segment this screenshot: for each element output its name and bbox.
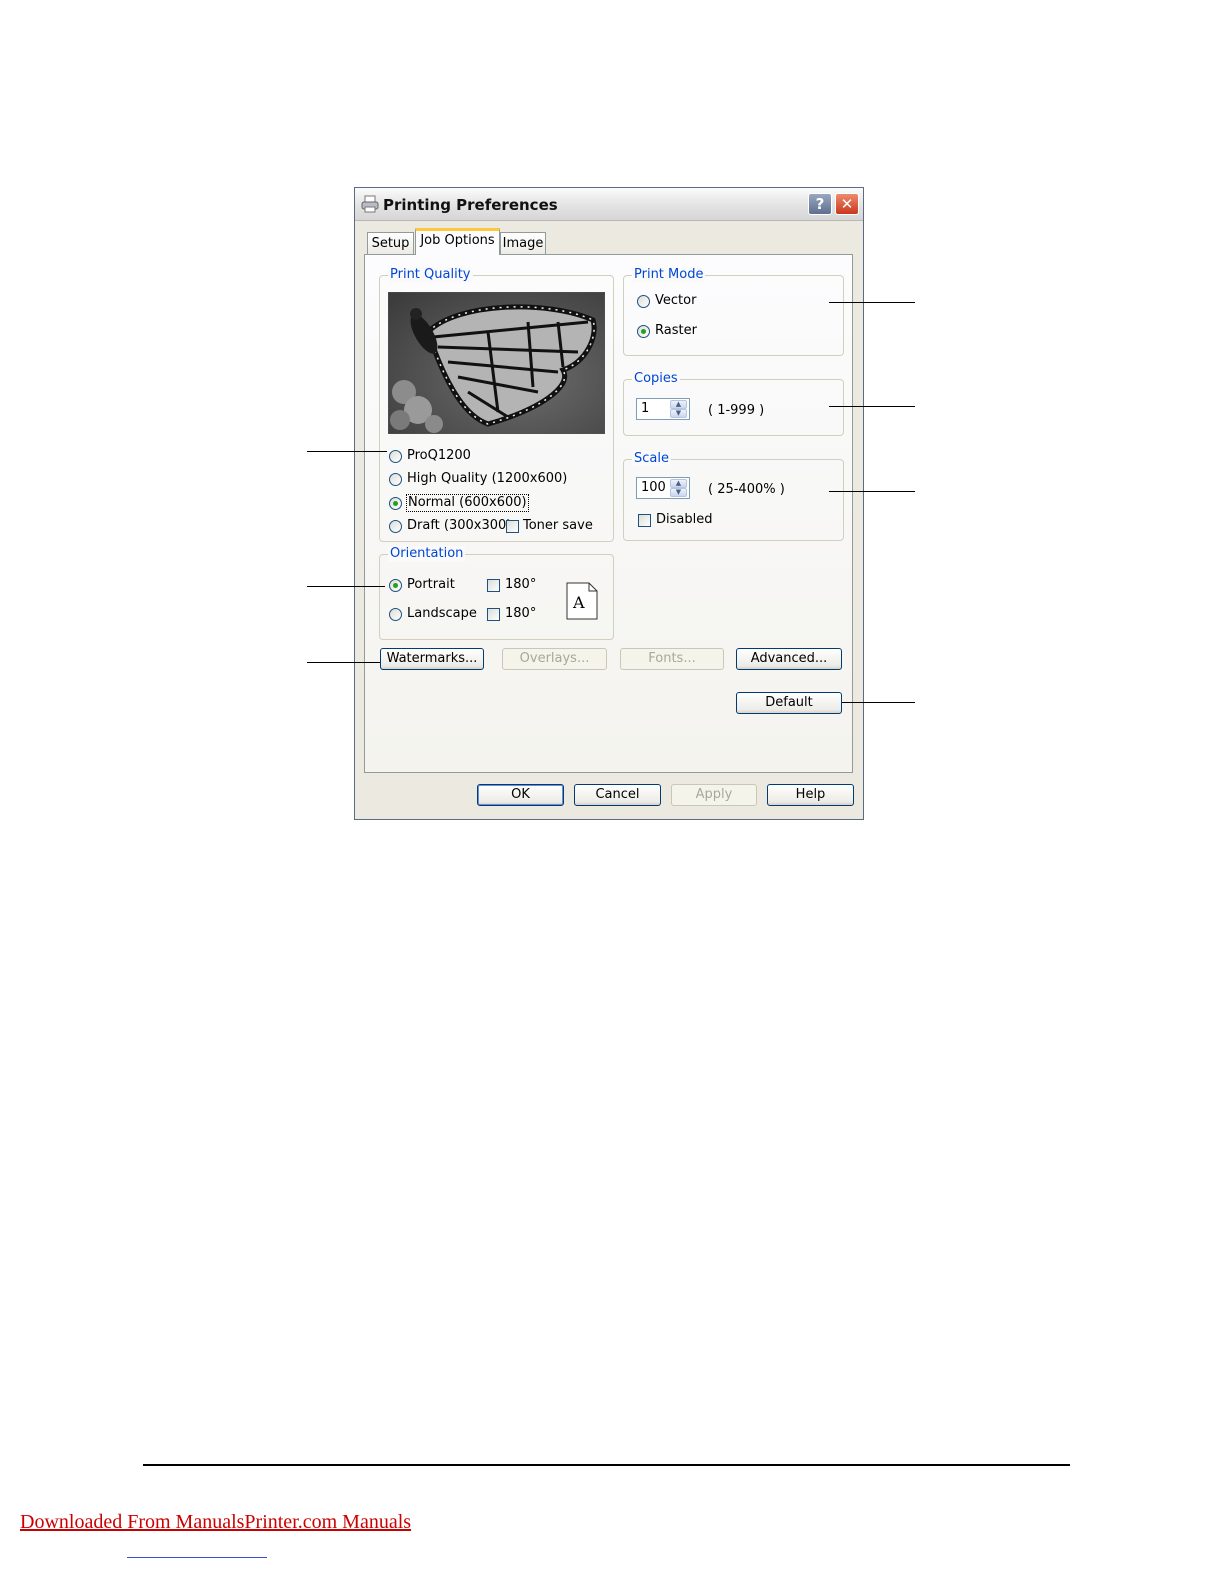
page-orientation-glyph: A — [573, 593, 585, 612]
orientation-landscape-radio[interactable] — [389, 608, 402, 621]
mode-vector-radio[interactable] — [637, 295, 650, 308]
fonts-button[interactable]: Fonts... — [620, 648, 724, 670]
scale-legend: Scale — [632, 451, 671, 467]
copies-up-arrow-icon[interactable]: ▲ — [670, 400, 687, 409]
toner-save-label[interactable]: Toner save — [523, 518, 593, 534]
callout-line-print-quality — [307, 451, 387, 452]
print-quality-legend: Print Quality — [388, 267, 473, 283]
scale-group: Scale 100 ▲ ▼ ( 25-400% ) Disabled — [623, 451, 844, 541]
default-button[interactable]: Default — [736, 692, 842, 714]
landscape-rotate-180-label[interactable]: 180° — [505, 606, 536, 622]
copies-value: 1 — [641, 401, 650, 416]
quality-draft-label[interactable]: Draft (300x300) — [407, 518, 511, 534]
printer-icon — [361, 195, 379, 213]
mode-vector-label[interactable]: Vector — [655, 293, 696, 309]
quality-normal-radio[interactable] — [389, 497, 402, 510]
tab-job-options[interactable]: Job Options — [415, 228, 500, 255]
scale-range: ( 25-400% ) — [708, 482, 785, 497]
scale-down-arrow-icon[interactable]: ▼ — [670, 488, 687, 497]
close-button[interactable]: ✕ — [835, 193, 859, 215]
scale-spin-input[interactable]: 100 ▲ ▼ — [636, 477, 690, 499]
callout-line-watermarks — [307, 662, 380, 663]
copies-group: Copies 1 ▲ ▼ ( 1-999 ) — [623, 371, 844, 436]
copies-spinner[interactable]: ▲ ▼ — [670, 400, 687, 418]
orientation-portrait-radio[interactable] — [389, 579, 402, 592]
scale-spinner[interactable]: ▲ ▼ — [670, 479, 687, 497]
quality-proq1200-radio[interactable] — [389, 450, 402, 463]
dialog-title: Printing Preferences — [383, 196, 558, 214]
watermarks-button-main[interactable]: Watermarks... — [380, 648, 484, 670]
orientation-portrait-label[interactable]: Portrait — [407, 577, 455, 593]
callout-line-print-mode — [829, 302, 915, 303]
help-button[interactable]: Help — [767, 784, 854, 806]
tab-image[interactable]: Image — [500, 232, 546, 254]
printing-preferences-dialog: Printing Preferences ? ✕ Setup Job Optio… — [354, 187, 864, 820]
ok-button[interactable]: OK — [477, 784, 564, 806]
print-mode-legend: Print Mode — [632, 267, 706, 283]
quality-high-label[interactable]: High Quality (1200x600) — [407, 471, 567, 487]
landscape-rotate-180-checkbox[interactable] — [487, 608, 500, 621]
scale-up-arrow-icon[interactable]: ▲ — [670, 479, 687, 488]
copies-legend: Copies — [632, 371, 680, 387]
mode-raster-label[interactable]: Raster — [655, 323, 697, 339]
callout-line-scale — [829, 491, 915, 492]
callout-line-copies — [829, 406, 915, 407]
footer-rule — [143, 1464, 1070, 1466]
orientation-landscape-label[interactable]: Landscape — [407, 606, 477, 622]
title-bar[interactable]: Printing Preferences ? ✕ — [355, 188, 863, 221]
copies-spin-input[interactable]: 1 ▲ ▼ — [636, 398, 690, 420]
mode-raster-radio[interactable] — [637, 325, 650, 338]
print-quality-group: Print Quality ProQ1200 High Quality (120… — [379, 267, 614, 542]
callout-line-orientation — [307, 586, 385, 587]
quality-high-radio[interactable] — [389, 473, 402, 486]
portrait-rotate-180-label[interactable]: 180° — [505, 577, 536, 593]
footer-underline — [127, 1557, 267, 1558]
advanced-button[interactable]: Advanced... — [736, 648, 842, 670]
overlays-button[interactable]: Overlays... — [502, 648, 607, 670]
quality-proq1200-label[interactable]: ProQ1200 — [407, 448, 471, 464]
quality-normal-label[interactable]: Normal (600x600) — [406, 494, 529, 512]
orientation-legend: Orientation — [388, 546, 466, 562]
orientation-group: Orientation Portrait 180° Landscape 180°… — [379, 546, 614, 640]
tab-setup[interactable]: Setup — [367, 232, 414, 254]
scale-value: 100 — [641, 480, 666, 495]
copies-range: ( 1-999 ) — [708, 403, 765, 418]
scale-disabled-checkbox[interactable] — [638, 514, 651, 527]
cancel-button[interactable]: Cancel — [574, 784, 661, 806]
callout-line-default — [842, 702, 915, 703]
footer-download-link[interactable]: Downloaded From ManualsPrinter.com Manua… — [20, 1511, 411, 1534]
butterfly-preview-image — [388, 292, 605, 434]
scale-disabled-label[interactable]: Disabled — [656, 512, 712, 528]
copies-down-arrow-icon[interactable]: ▼ — [670, 409, 687, 418]
print-mode-group: Print Mode Vector Raster — [623, 267, 844, 356]
portrait-rotate-180-checkbox[interactable] — [487, 579, 500, 592]
apply-button[interactable]: Apply — [671, 784, 757, 806]
title-help-button[interactable]: ? — [808, 193, 832, 215]
quality-draft-radio[interactable] — [389, 520, 402, 533]
toner-save-checkbox[interactable] — [506, 520, 519, 533]
